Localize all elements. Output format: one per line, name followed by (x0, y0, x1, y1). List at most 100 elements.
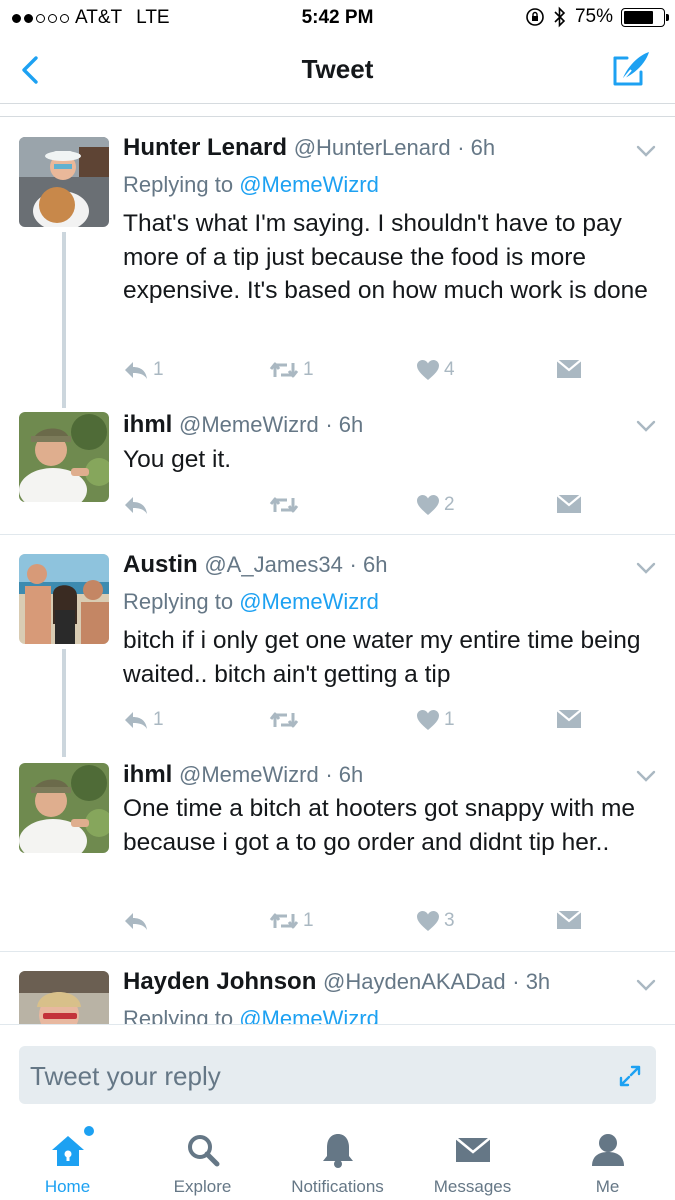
retweet-button[interactable]: 1 (269, 359, 314, 381)
chevron-down-icon[interactable] (636, 145, 656, 157)
retweet-icon (269, 913, 299, 929)
direct-message-button[interactable] (556, 359, 582, 379)
like-button[interactable]: 3 (416, 910, 455, 932)
expand-icon[interactable] (618, 1064, 642, 1088)
avatar-photo (19, 763, 109, 853)
tweet-time: · 3h (512, 969, 551, 994)
user-handle[interactable]: @HunterLenard (294, 135, 451, 160)
orientation-lock-icon (526, 8, 544, 26)
reply-button[interactable] (123, 910, 153, 932)
like-button[interactable]: 1 (416, 709, 455, 731)
replying-mention[interactable]: @MemeWizrd (239, 1006, 379, 1024)
envelope-icon (556, 494, 582, 513)
tweet[interactable]: ihml @MemeWizrd · 6h One time a bitch at… (0, 757, 675, 951)
reply-icon (125, 497, 147, 514)
replying-prefix: Replying to (123, 1006, 234, 1024)
reply-placeholder: Tweet your reply (30, 1061, 221, 1091)
tweet[interactable]: Austin @A_James34 · 6h Replying to @Meme… (0, 535, 675, 757)
search-icon (183, 1130, 223, 1170)
tweet-header: ihml @MemeWizrd · 6h (123, 411, 363, 439)
reply-count: 1 (153, 359, 164, 380)
tab-me[interactable]: Me (540, 1130, 675, 1197)
tweet-header: Hunter Lenard @HunterLenard · 6h (123, 134, 495, 162)
user-handle[interactable]: @HaydenAKADad (323, 969, 506, 994)
tab-notifications[interactable]: Notifications (270, 1130, 405, 1197)
tab-label: Home (44, 1177, 91, 1196)
section-divider (0, 116, 675, 117)
retweet-icon (269, 712, 299, 728)
tab-explore[interactable]: Explore (135, 1130, 270, 1197)
like-button[interactable]: 2 (416, 494, 455, 516)
replying-mention[interactable]: @MemeWizrd (239, 589, 379, 614)
avatar[interactable] (19, 554, 109, 644)
avatar-photo (19, 971, 109, 1024)
tab-home[interactable]: Home (0, 1126, 135, 1197)
chevron-down-icon[interactable] (636, 979, 656, 991)
display-name[interactable]: Hunter Lenard (123, 134, 287, 161)
retweet-button[interactable] (269, 709, 303, 731)
tweet[interactable]: Hunter Lenard @HunterLenard · 6h Replyin… (0, 118, 675, 408)
reply-button[interactable]: 1 (123, 359, 164, 381)
replying-prefix: Replying to (123, 589, 234, 614)
display-name[interactable]: ihml (123, 761, 172, 788)
tweet-actions: 1 1 (123, 709, 593, 737)
retweet-button[interactable] (269, 494, 303, 516)
envelope-icon (556, 709, 582, 728)
replying-mention[interactable]: @MemeWizrd (239, 172, 379, 197)
heart-icon (417, 360, 439, 380)
avatar[interactable] (19, 763, 109, 853)
display-name[interactable]: Hayden Johnson (123, 968, 316, 995)
display-name[interactable]: Austin (123, 551, 198, 578)
tweet-time: · 6h (349, 552, 388, 577)
bluetooth-icon (554, 6, 566, 28)
user-handle[interactable]: @A_James34 (204, 552, 343, 577)
reply-input[interactable]: Tweet your reply (19, 1046, 656, 1104)
chevron-down-icon[interactable] (636, 770, 656, 782)
chevron-down-icon[interactable] (636, 562, 656, 574)
heart-icon (417, 710, 439, 730)
reply-icon (125, 913, 147, 930)
display-name[interactable]: ihml (123, 411, 172, 438)
avatar-photo (19, 554, 109, 644)
tweet-actions: 1 3 (123, 910, 593, 938)
reply-button[interactable]: 1 (123, 709, 164, 731)
like-count: 1 (444, 709, 455, 730)
user-handle[interactable]: @MemeWizrd (179, 762, 319, 787)
retweet-icon (269, 362, 299, 378)
page-title: Tweet (301, 54, 374, 84)
tweet-actions: 1 1 4 (123, 359, 593, 387)
chevron-down-icon[interactable] (636, 420, 656, 432)
retweet-count: 1 (303, 910, 314, 931)
user-handle[interactable]: @MemeWizrd (179, 412, 319, 437)
like-count: 4 (444, 359, 455, 380)
direct-message-button[interactable] (556, 494, 582, 514)
home-icon (48, 1126, 94, 1170)
heart-icon (417, 495, 439, 515)
tab-label: Messages (433, 1177, 512, 1196)
direct-message-button[interactable] (556, 910, 582, 930)
replying-to: Replying to @MemeWizrd (123, 1006, 379, 1024)
tweet-header: Hayden Johnson @HaydenAKADad · 3h (123, 968, 550, 996)
like-button[interactable]: 4 (416, 359, 455, 381)
battery-icon (621, 7, 669, 27)
reply-button[interactable] (123, 494, 153, 516)
battery-percent: 75% (574, 6, 613, 27)
thread-line (62, 649, 66, 757)
direct-message-button[interactable] (556, 709, 582, 729)
avatar[interactable] (19, 412, 109, 502)
tweet-header: Austin @A_James34 · 6h (123, 551, 387, 579)
notification-dot (83, 1126, 94, 1136)
tweet-time: · 6h (325, 412, 364, 437)
tab-messages[interactable]: Messages (405, 1130, 540, 1197)
compose-tweet-icon[interactable] (611, 48, 653, 90)
tweet[interactable]: Hayden Johnson @HaydenAKADad · 3h Replyi… (0, 952, 675, 1024)
tweet-time: · 6h (457, 135, 496, 160)
status-bar: AT&T LTE 5:42 PM 75% (0, 0, 675, 36)
tweet[interactable]: ihml @MemeWizrd · 6h You get it. 2 (0, 408, 675, 534)
avatar[interactable] (19, 137, 109, 227)
person-icon (588, 1130, 628, 1170)
tweet-text: One time a bitch at hooters got snappy w… (123, 795, 636, 856)
retweet-button[interactable]: 1 (269, 910, 314, 932)
replying-to: Replying to @MemeWizrd (123, 172, 379, 198)
avatar[interactable] (19, 971, 109, 1024)
